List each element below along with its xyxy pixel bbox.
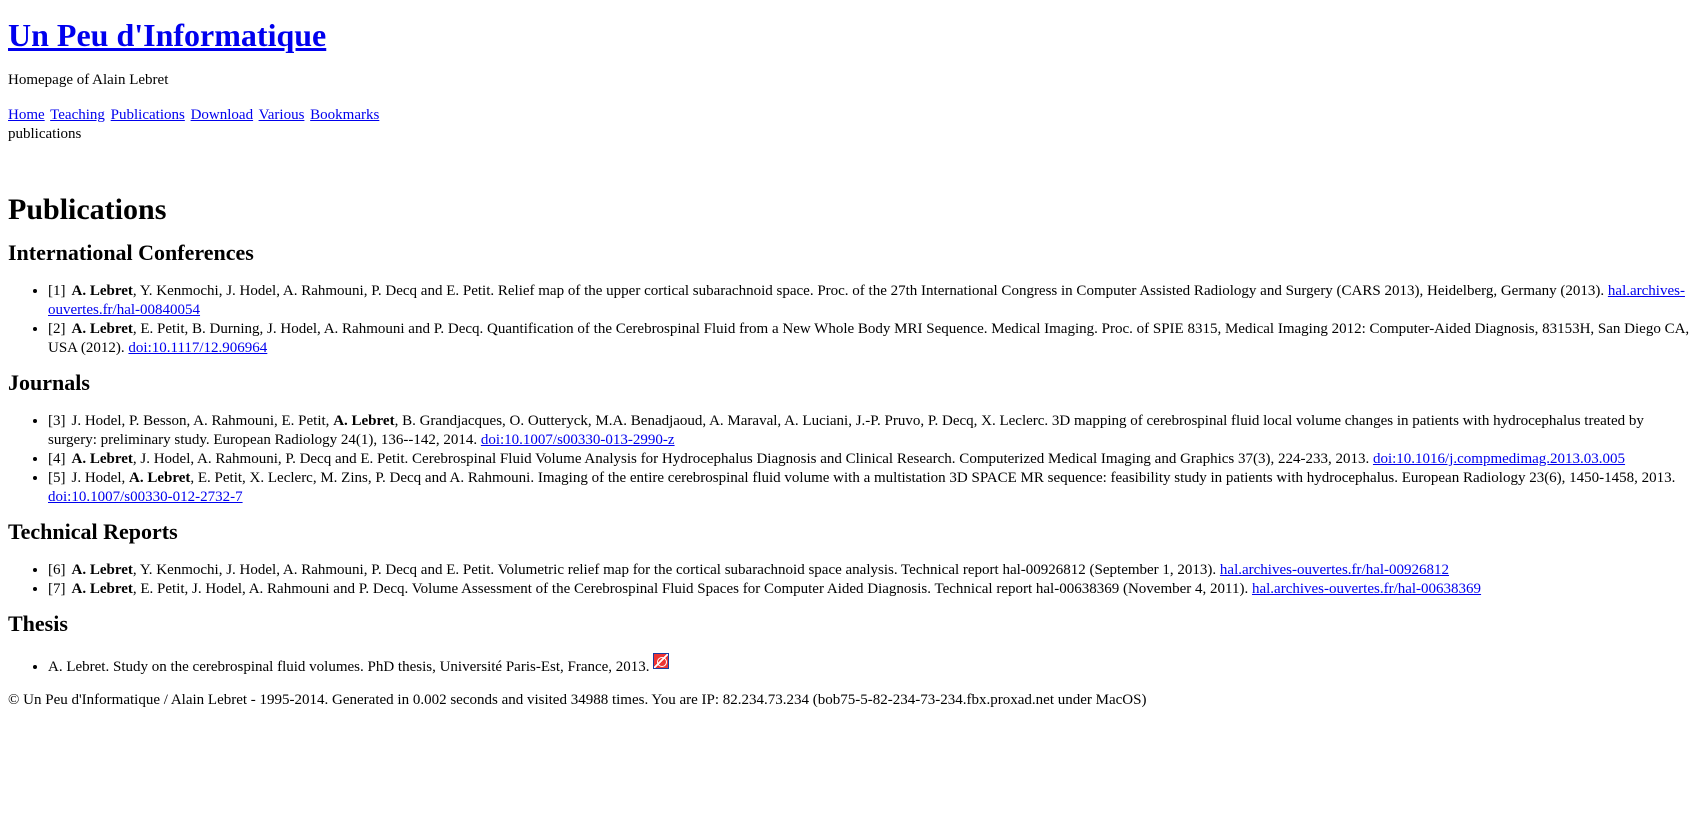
list-item: [6] A. Lebret, Y. Kenmochi, J. Hodel, A. … xyxy=(48,561,1696,580)
nav-publications[interactable]: Publications xyxy=(111,107,185,123)
pub-author-bold: A. Lebret xyxy=(71,562,133,578)
nav-bookmarks[interactable]: Bookmarks xyxy=(310,107,379,123)
list-item: [4] A. Lebret, J. Hodel, A. Rahmouni, P. … xyxy=(48,450,1696,469)
footer: © Un Peu d'Informatique / Alain Lebret -… xyxy=(8,692,1147,708)
list-item: A. Lebret. Study on the cerebrospinal fl… xyxy=(48,653,1696,677)
page: Un Peu d'Informatique Homepage of Alain … xyxy=(0,17,1704,710)
pub-link[interactable]: hal.archives-ouvertes.fr/hal-00638369 xyxy=(1252,581,1481,597)
reports-list: [6]A. Lebret, Y. Kenmochi, J. Hodel, A. … xyxy=(8,561,1696,599)
pub-link[interactable]: doi:10.1007/s00330-013-2990-z xyxy=(481,432,675,448)
pub-author-bold: A. Lebret xyxy=(71,581,133,597)
pub-number: [3] xyxy=(48,413,66,429)
nav-teaching[interactable]: Teaching xyxy=(50,107,105,123)
thesis-text: A. Lebret. Study on the cerebrospinal fl… xyxy=(48,659,654,675)
pub-link[interactable]: doi:10.1007/s00330-012-2732-7 xyxy=(48,489,243,505)
thesis-pdf-link[interactable] xyxy=(653,653,670,675)
breadcrumb: publications xyxy=(8,126,82,142)
site-title-link[interactable]: Un Peu d'Informatique xyxy=(8,17,326,53)
section-heading-conferences: International Conferences xyxy=(8,240,254,265)
pub-author-bold: A. Lebret xyxy=(71,321,133,337)
pub-number: [1] xyxy=(48,283,66,299)
main-nav: Home Teaching Publications Download Vari… xyxy=(8,106,1696,125)
list-item: [3] J. Hodel, P. Besson, A. Rahmouni, E. … xyxy=(48,412,1696,450)
list-item: [5] J. Hodel, A. Lebret, E. Petit, X. Lec… xyxy=(48,469,1696,507)
pub-number: [2] xyxy=(48,321,66,337)
pub-number: [7] xyxy=(48,581,66,597)
thesis-list: A. Lebret. Study on the cerebrospinal fl… xyxy=(8,653,1696,677)
pub-text: , E. Petit, X. Leclerc, M. Zins, P. Decq… xyxy=(190,470,1676,486)
nav-home[interactable]: Home xyxy=(8,107,45,123)
pub-author-bold: A. Lebret xyxy=(333,413,395,429)
pub-text: , Y. Kenmochi, J. Hodel, A. Rahmouni, P.… xyxy=(132,283,1608,299)
list-item: [2] A. Lebret, E. Petit, B. Durning, J. H… xyxy=(48,320,1696,358)
pub-text: , J. Hodel, A. Rahmouni, P. Decq and E. … xyxy=(132,451,1373,467)
pub-pre-authors: J. Hodel, xyxy=(71,470,129,486)
site-title: Un Peu d'Informatique xyxy=(8,17,1696,53)
list-item: [7] A. Lebret, E. Petit, J. Hodel, A. Rah… xyxy=(48,580,1696,599)
conferences-list: [1]A. Lebret, Y. Kenmochi, J. Hodel, A. … xyxy=(8,282,1696,358)
journals-list: [3] J. Hodel, P. Besson, A. Rahmouni, E. … xyxy=(8,412,1696,507)
pub-text: , E. Petit, B. Durning, J. Hodel, A. Rah… xyxy=(48,321,1690,356)
pub-author-bold: A. Lebret xyxy=(71,283,133,299)
pub-text: , Y. Kenmochi, J. Hodel, A. Rahmouni, P.… xyxy=(132,562,1220,578)
list-item: [1] A. Lebret, Y. Kenmochi, J. Hodel, A. … xyxy=(48,282,1696,320)
pub-text: , E. Petit, J. Hodel, A. Rahmouni and P.… xyxy=(132,581,1252,597)
pub-number: [5] xyxy=(48,470,66,486)
nav-download[interactable]: Download xyxy=(191,107,254,123)
section-heading-journals: Journals xyxy=(8,370,90,395)
page-title: Publications xyxy=(8,193,167,226)
section-heading-thesis: Thesis xyxy=(8,611,68,636)
pub-author-bold: A. Lebret xyxy=(129,470,191,486)
pub-link[interactable]: doi:10.1117/12.906964 xyxy=(128,340,267,356)
pub-author-bold: A. Lebret xyxy=(71,451,133,467)
pub-pre-authors: J. Hodel, P. Besson, A. Rahmouni, E. Pet… xyxy=(71,413,334,429)
pdf-icon[interactable] xyxy=(653,653,670,669)
tagline: Homepage of Alain Lebret xyxy=(8,72,169,88)
section-heading-reports: Technical Reports xyxy=(8,519,178,544)
pub-link[interactable]: hal.archives-ouvertes.fr/hal-00926812 xyxy=(1220,562,1449,578)
pub-link[interactable]: doi:10.1016/j.compmedimag.2013.03.005 xyxy=(1373,451,1625,467)
nav-various[interactable]: Various xyxy=(259,107,305,123)
pub-number: [4] xyxy=(48,451,66,467)
pub-number: [6] xyxy=(48,562,66,578)
